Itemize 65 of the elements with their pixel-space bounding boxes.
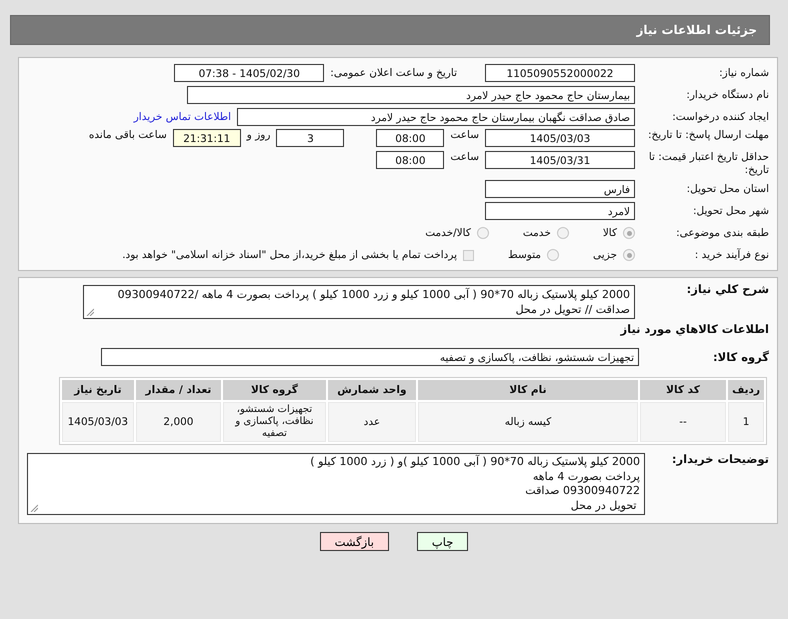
field-label: نوع فرآیند خرید :	[694, 248, 769, 262]
radio-button[interactable]	[623, 249, 635, 261]
remaining-label: ساعت باقی مانده	[88, 129, 167, 141]
table-cell: 2,000	[136, 402, 222, 442]
time-label: ساعت	[450, 151, 479, 163]
field-label: گروه کالا:	[712, 350, 769, 364]
checkbox[interactable]	[463, 250, 474, 260]
requester-field: صادق صداقت نگهبان بیمارستان حاج محمود حاج حیدر لامرد	[237, 108, 635, 126]
column-header: تعداد / مقدار	[136, 380, 222, 400]
need-number-field: 1105090552000022	[485, 64, 635, 82]
field-label: تاریخ و ساعت اعلان عمومی:	[330, 67, 457, 79]
payment-note: پرداخت تمام یا بخشی از مبلغ خرید،از محل "اسناد خزانه اسلامی" خواهد بود.	[122, 249, 458, 261]
deadline-date-field: 1405/03/03	[485, 129, 635, 147]
field-label: استان محل تحویل:	[686, 182, 769, 196]
radio-button[interactable]	[547, 249, 560, 261]
radio-label: متوسط	[508, 249, 542, 261]
field-label: مهلت ارسال پاسخ: تا تاریخ:	[646, 129, 769, 142]
days-label: روز و	[246, 129, 270, 141]
page-header: جزئیات اطلاعات نیاز	[10, 15, 770, 45]
radio-label: کالا	[602, 227, 617, 239]
description-field: 2000 کیلو پلاستیک زباله 70*90 ( آبی 1000 کیلو و زرد 1000 کیلو ) پرداخت بصورت 4 ماهه /09300940722 صداقت // تحویل در محل	[83, 285, 635, 319]
field-label: توضیحات خریدار:	[670, 453, 769, 466]
buyer-org-field: بیمارستان حاج محمود حاج حیدر لامرد	[187, 86, 635, 104]
radio-button[interactable]	[623, 227, 635, 239]
time-label: ساعت	[450, 129, 479, 141]
column-header: نام کالا	[418, 380, 638, 400]
radio-label: خدمت	[522, 227, 551, 239]
field-label: حداقل تاریخ اعتبار قیمت: تا تاریخ:	[648, 151, 769, 177]
province-field: فارس	[485, 180, 635, 198]
remaining-time-field: 21:31:11	[172, 129, 241, 147]
validity-time-field: 08:00	[376, 151, 444, 169]
table-cell: 1405/03/03	[62, 402, 134, 442]
field-label: شرح کلي نياز:	[686, 283, 769, 296]
radio-button[interactable]	[556, 227, 569, 239]
table-cell: --	[640, 402, 726, 442]
table-cell: عدد	[328, 402, 416, 442]
back-button[interactable]: بازگشت	[320, 532, 389, 551]
validity-date-field: 1405/03/31	[485, 151, 635, 169]
print-button[interactable]: چاپ	[416, 532, 468, 551]
table-cell: تجهیزات شستشو، نظافت، پاکسازی و تصفیه	[223, 402, 326, 442]
resize-grip-icon	[86, 308, 94, 316]
days-field: 3	[276, 129, 344, 147]
radio-label: کالا/خدمت	[425, 227, 471, 239]
column-header: واحد شمارش	[328, 380, 416, 400]
radio-label: جزیی	[593, 249, 617, 261]
table-cell: 1	[728, 402, 764, 442]
announce-date-field: 1405/02/30 - 07:38	[174, 64, 324, 82]
contact-link[interactable]: اطلاعات تماس خریدار	[134, 111, 231, 123]
field-label: شهر محل تحویل:	[692, 204, 769, 218]
resize-grip-icon	[30, 504, 38, 512]
column-header: ردیف	[728, 380, 764, 400]
table-cell: کیسه زباله	[418, 402, 638, 442]
column-header: کد کالا	[640, 380, 726, 400]
buyer-notes-field: 2000 کیلو پلاستیک زباله 70*90 ( آبی 1000 کیلو )و ( زرد 1000 کیلو ) پرداخت بصورت 4 ماهه 09300940722 صداقت تحویل در محل	[27, 453, 645, 515]
column-header: گروه کالا	[223, 380, 326, 400]
field-label: ایجاد کننده درخواست:	[671, 110, 769, 124]
city-field: لامرد	[485, 202, 635, 220]
radio-button[interactable]	[476, 227, 489, 239]
field-label: طبقه بندی موضوعی:	[675, 226, 769, 240]
field-label: نام دستگاه خریدار:	[685, 88, 769, 102]
field-label: شماره نیاز:	[718, 66, 769, 80]
deadline-time-field: 08:00	[376, 129, 444, 147]
column-header: تاریخ نیاز	[62, 380, 134, 400]
goods-group-field: تجهیزات شستشو، نظافت، پاکسازی و تصفیه	[101, 348, 639, 366]
section-title: اطلاعات کالاهاي مورد نياز	[620, 322, 769, 336]
